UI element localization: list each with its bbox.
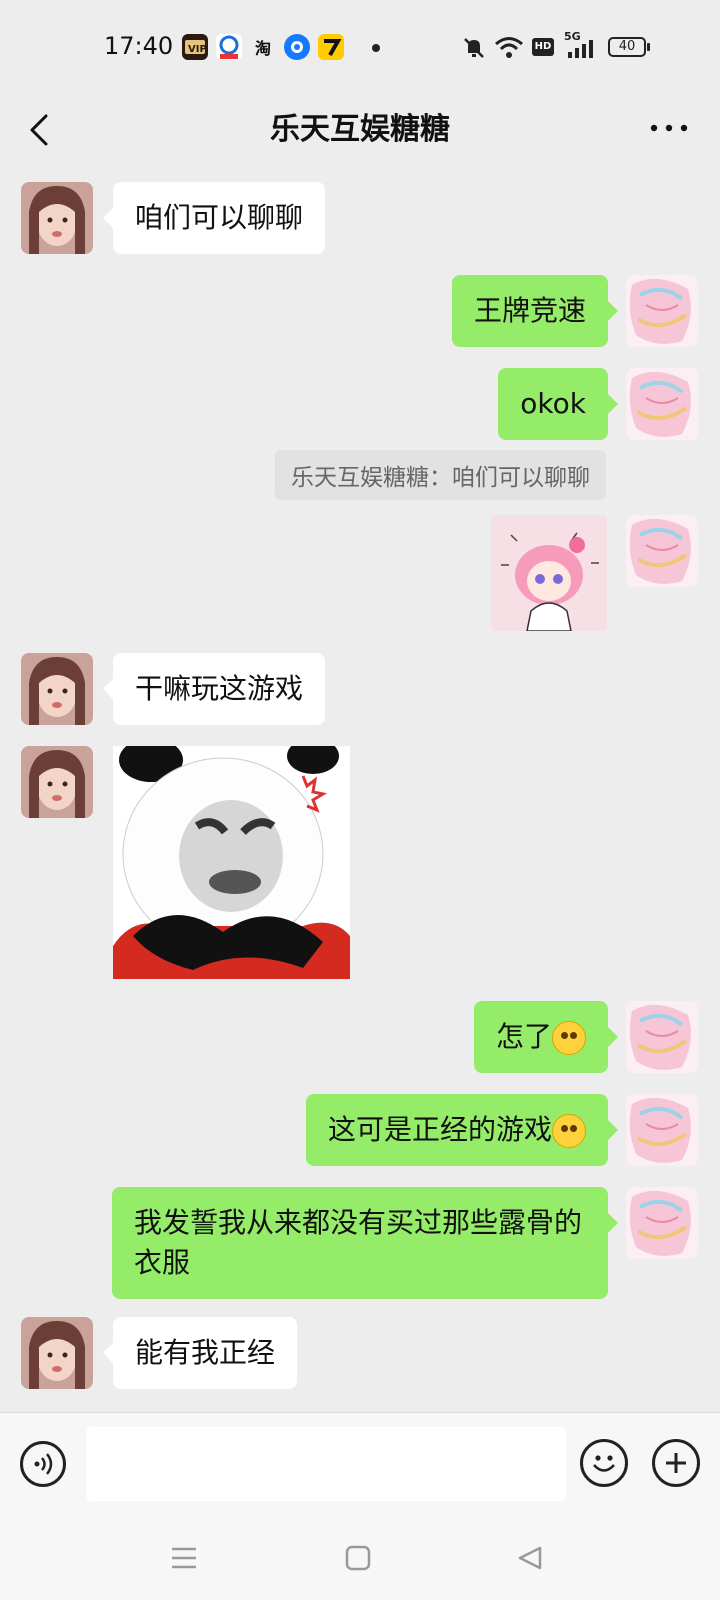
more-button[interactable] [646, 108, 692, 148]
my-avatar[interactable] [626, 1094, 698, 1166]
message-bubble-outgoing[interactable]: okok [498, 368, 618, 440]
chat-header: 乐天互娱糖糖 [0, 90, 720, 166]
contact-avatar[interactable] [21, 653, 93, 725]
quoted-reply[interactable]: 乐天互娱糖糖：咱们可以聊聊 [275, 450, 606, 500]
message-bubble-outgoing[interactable]: 我发誓我从来都没有买过那些露骨的衣服 [112, 1187, 618, 1299]
mute-icon [464, 38, 484, 58]
crying-laughing-emoji-icon [552, 1114, 586, 1148]
input-bar [0, 1412, 720, 1523]
anime-girl-sticker[interactable] [491, 515, 607, 631]
taobao-app-icon: 淘 [254, 39, 271, 58]
system-nav-bar [0, 1522, 720, 1600]
home-icon[interactable] [344, 1544, 372, 1572]
status-bar: 17:40 VIP 淘 HD 5G 40 [0, 0, 720, 90]
message-input[interactable] [86, 1427, 566, 1501]
bank-app-icon [216, 34, 242, 60]
my-avatar[interactable] [626, 1001, 698, 1073]
hd-badge: HD [532, 38, 554, 56]
messenger-app-icon [284, 34, 310, 60]
my-avatar[interactable] [626, 275, 698, 347]
contact-avatar[interactable] [21, 746, 93, 818]
status-time: 17:40 [104, 32, 174, 60]
contact-avatar[interactable] [21, 182, 93, 254]
notification-dot [372, 44, 380, 52]
plus-icon [666, 1453, 686, 1473]
emoji-icon [593, 1455, 615, 1472]
message-bubble-incoming[interactable]: 咱们可以聊聊 [102, 182, 326, 254]
plus-button[interactable] [652, 1439, 700, 1487]
voice-button[interactable] [20, 1441, 66, 1487]
message-bubble-incoming[interactable]: 干嘛玩这游戏 [102, 653, 326, 725]
battery-level: 40 [608, 37, 646, 57]
message-bubble-outgoing[interactable]: 怎了 [473, 1001, 619, 1073]
contact-avatar[interactable] [21, 1317, 93, 1389]
dizzy-face-emoji-icon [552, 1021, 586, 1055]
chat-title: 乐天互娱糖糖 [270, 112, 450, 147]
tiger-app-icon [318, 34, 344, 60]
wifi-icon [495, 37, 523, 58]
message-text: 怎了 [495, 1020, 552, 1053]
angry-panda-meme[interactable] [113, 746, 350, 979]
voice-icon [34, 1453, 53, 1475]
svg-text:VIP: VIP [188, 44, 206, 55]
emoji-button[interactable] [580, 1439, 628, 1487]
my-avatar[interactable] [626, 1187, 698, 1259]
signal-icon [568, 40, 593, 58]
vip-app-icon: VIP [182, 34, 208, 60]
message-bubble-incoming[interactable]: 能有我正经 [102, 1317, 298, 1389]
battery-tip [647, 43, 650, 51]
message-text: 这可是正经的游戏 [327, 1113, 552, 1146]
my-avatar[interactable] [626, 515, 698, 587]
back-icon[interactable] [516, 1544, 544, 1572]
message-bubble-outgoing[interactable]: 这可是正经的游戏 [305, 1094, 619, 1166]
menu-icon[interactable] [170, 1544, 198, 1572]
my-avatar[interactable] [626, 368, 698, 440]
message-bubble-outgoing[interactable]: 王牌竞速 [451, 275, 619, 347]
